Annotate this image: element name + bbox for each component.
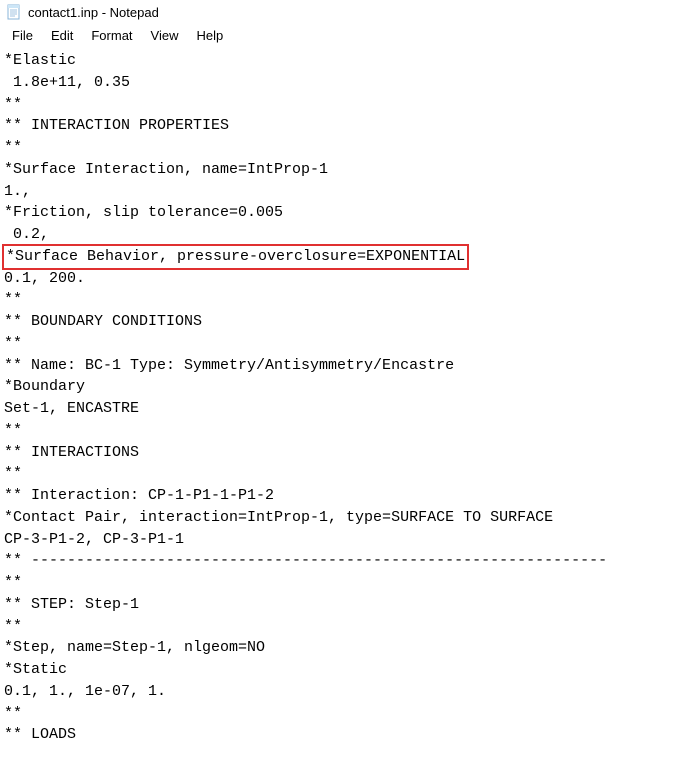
editor-line: **	[4, 94, 683, 116]
editor-line: ** -------------------------------------…	[4, 550, 683, 572]
menu-format[interactable]: Format	[83, 26, 140, 45]
menu-file[interactable]: File	[4, 26, 41, 45]
editor-line: **	[4, 333, 683, 355]
editor-line: *Contact Pair, interaction=IntProp-1, ty…	[4, 507, 683, 529]
menu-bar: File Edit Format View Help	[0, 24, 687, 49]
editor-line: **	[4, 289, 683, 311]
menu-help[interactable]: Help	[188, 26, 231, 45]
editor-line: *Static	[4, 659, 683, 681]
editor-line: **	[4, 420, 683, 442]
editor-line: ** LOADS	[4, 724, 683, 746]
editor-line: ** INTERACTIONS	[4, 442, 683, 464]
editor-line: *Friction, slip tolerance=0.005	[4, 202, 683, 224]
editor-line: *Surface Interaction, name=IntProp-1	[4, 159, 683, 181]
editor-line: **	[4, 572, 683, 594]
editor-line: ** BOUNDARY CONDITIONS	[4, 311, 683, 333]
highlighted-line: *Surface Behavior, pressure-overclosure=…	[2, 244, 469, 270]
notepad-icon	[6, 4, 22, 20]
editor-line: ** INTERACTION PROPERTIES	[4, 115, 683, 137]
editor-line: *Boundary	[4, 376, 683, 398]
editor-line: **	[4, 703, 683, 725]
editor-line: 1.,	[4, 181, 683, 203]
editor-line: 1.8e+11, 0.35	[4, 72, 683, 94]
editor-line: CP-3-P1-2, CP-3-P1-1	[4, 529, 683, 551]
editor-line: **	[4, 137, 683, 159]
editor-line: *Surface Behavior, pressure-overclosure=…	[4, 246, 683, 268]
editor-line: ** Name: BC-1 Type: Symmetry/Antisymmetr…	[4, 355, 683, 377]
title-bar: contact1.inp - Notepad	[0, 0, 687, 24]
editor-line: ** Interaction: CP-1-P1-1-P1-2	[4, 485, 683, 507]
editor-line: *Elastic	[4, 50, 683, 72]
editor-line: ** STEP: Step-1	[4, 594, 683, 616]
editor-line: **	[4, 616, 683, 638]
editor-line: **	[4, 463, 683, 485]
menu-view[interactable]: View	[143, 26, 187, 45]
editor-line: 0.2,	[4, 224, 683, 246]
editor-line: Set-1, ENCASTRE	[4, 398, 683, 420]
editor-line: *Step, name=Step-1, nlgeom=NO	[4, 637, 683, 659]
editor-line: 0.1, 200.	[4, 268, 683, 290]
editor-content[interactable]: *Elastic 1.8e+11, 0.35**** INTERACTION P…	[0, 49, 687, 747]
editor-line: 0.1, 1., 1e-07, 1.	[4, 681, 683, 703]
menu-edit[interactable]: Edit	[43, 26, 81, 45]
window-title: contact1.inp - Notepad	[28, 5, 159, 20]
